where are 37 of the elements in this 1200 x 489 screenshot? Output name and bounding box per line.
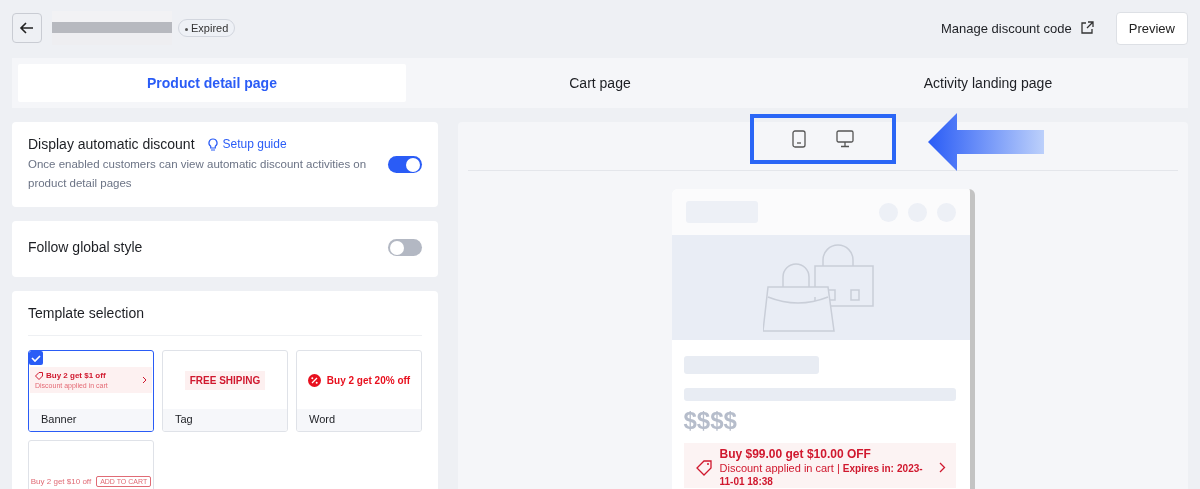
offer-details: Discount applied in cart | Expires in: 2023-11-01 18:38 [719, 462, 924, 488]
offer-title: Buy $99.00 get $10.00 OFF [719, 447, 872, 461]
toggle-switch[interactable] [388, 239, 422, 256]
word-preview: Buy 2 get 20% off [326, 374, 411, 386]
setting-title: Follow global style [28, 239, 143, 255]
checkmark-icon [29, 351, 43, 365]
discount-icon [307, 373, 321, 387]
template-label: Tag [163, 409, 287, 431]
desktop-icon[interactable] [836, 130, 854, 148]
mobile-icon[interactable] [792, 130, 806, 148]
banner-text: Buy 2 get $1 off [46, 371, 106, 380]
tab[interactable]: Activity landing page [794, 64, 1182, 102]
arrow-left-icon [19, 20, 35, 36]
preview-button[interactable]: Preview [1115, 11, 1188, 45]
setup-guide-link[interactable]: Setup guide [206, 137, 287, 151]
price-text: $$$$ [683, 407, 738, 435]
tab[interactable]: Product detail page [18, 64, 406, 102]
tag-icon [695, 459, 712, 476]
lightbulb-icon [206, 137, 219, 151]
external-link-icon [1079, 21, 1094, 35]
template-card[interactable]: Buy 2 get 20% off Word [296, 350, 422, 432]
toggle-switch[interactable] [388, 156, 422, 173]
chevron-right-icon [938, 462, 946, 473]
setting-description: Once enabled customers can view automatic discount activities on product detail pages [28, 157, 368, 191]
manage-discount-code-link[interactable]: Manage discount code [940, 20, 1094, 36]
back-button[interactable] [12, 13, 42, 43]
tab[interactable]: Cart page [406, 64, 794, 102]
chevron-right-icon [142, 376, 147, 384]
section-title: Template selection [28, 305, 422, 336]
button-preview-text: Buy 2 get $10 off [30, 476, 92, 486]
template-label: Word [297, 409, 421, 431]
tag-icon [35, 371, 43, 380]
tag-preview: FREE SHIPING [184, 370, 266, 390]
status-badge: Expired [178, 19, 236, 37]
template-label: Banner [29, 409, 153, 431]
setting-title: Display automatic discount [28, 136, 195, 152]
template-card[interactable]: FREE SHIPING Tag [162, 350, 288, 432]
